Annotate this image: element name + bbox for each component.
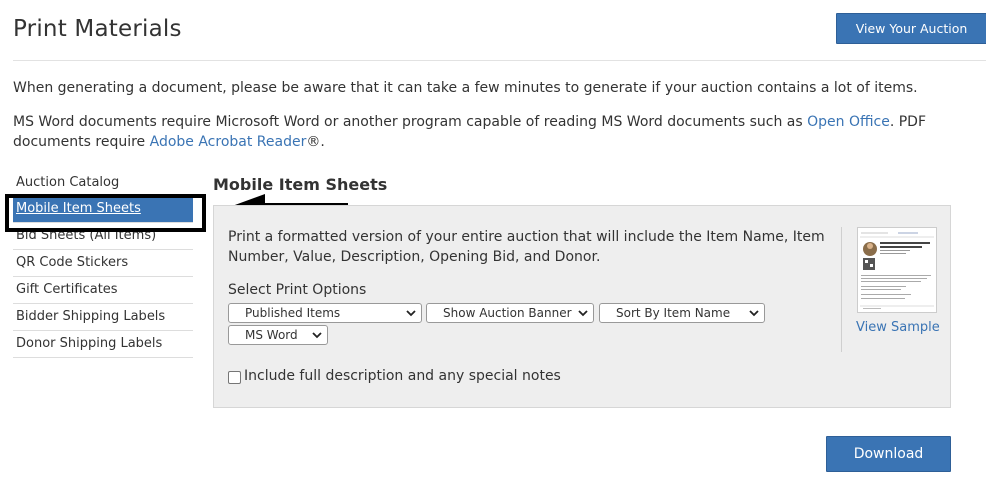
item-status-value: Published Items [245, 306, 341, 320]
sidebar-item-qr-code-stickers[interactable]: QR Code Stickers [13, 250, 193, 277]
print-options-label: Select Print Options [228, 282, 367, 298]
intro-requirements-text-3: ®. [306, 134, 325, 150]
sidebar-item-gift-certificates[interactable]: Gift Certificates [13, 277, 193, 304]
section-title: Mobile Item Sheets [213, 175, 388, 194]
panel-divider [841, 227, 842, 352]
sort-select[interactable]: Sort By Item Name [599, 303, 765, 323]
sidebar-item-bidder-shipping-labels[interactable]: Bidder Shipping Labels [13, 304, 193, 331]
chevron-down-icon [406, 310, 416, 317]
intro-requirements-text-1: MS Word documents require Microsoft Word… [13, 114, 808, 130]
sort-value: Sort By Item Name [616, 306, 731, 320]
format-value: MS Word [245, 328, 298, 342]
annotation-highlight-box [5, 194, 206, 232]
full-description-label: Include full description and any special… [244, 368, 561, 384]
chevron-down-icon [749, 310, 759, 317]
intro-requirements: MS Word documents require Microsoft Word… [13, 112, 973, 152]
item-status-select[interactable]: Published Items [228, 303, 422, 323]
sidebar-item-donor-shipping-labels[interactable]: Donor Shipping Labels [13, 331, 193, 358]
print-options-panel: Print a formatted version of your entire… [213, 205, 951, 408]
chevron-down-icon [578, 310, 588, 317]
chevron-down-icon [312, 332, 322, 339]
open-office-link[interactable]: Open Office [807, 114, 890, 130]
section-description: Print a formatted version of your entire… [228, 229, 825, 265]
header-divider [13, 60, 986, 61]
banner-value: Show Auction Banner [443, 306, 572, 320]
sample-thumbnail[interactable] [857, 227, 937, 313]
view-auction-button[interactable]: View Your Auction [836, 13, 986, 44]
full-description-option[interactable]: Include full description and any special… [228, 368, 561, 384]
view-sample-link[interactable]: View Sample [856, 320, 940, 335]
format-select[interactable]: MS Word [228, 325, 328, 345]
acrobat-reader-link[interactable]: Adobe Acrobat Reader [150, 134, 307, 150]
sample-page-preview [858, 228, 936, 312]
sidebar-item-auction-catalog[interactable]: Auction Catalog [13, 173, 193, 195]
download-button[interactable]: Download [826, 436, 951, 472]
full-description-checkbox[interactable] [228, 370, 241, 384]
banner-select[interactable]: Show Auction Banner [426, 303, 594, 323]
intro-notice: When generating a document, please be aw… [13, 80, 918, 96]
page-title: Print Materials [13, 16, 182, 42]
